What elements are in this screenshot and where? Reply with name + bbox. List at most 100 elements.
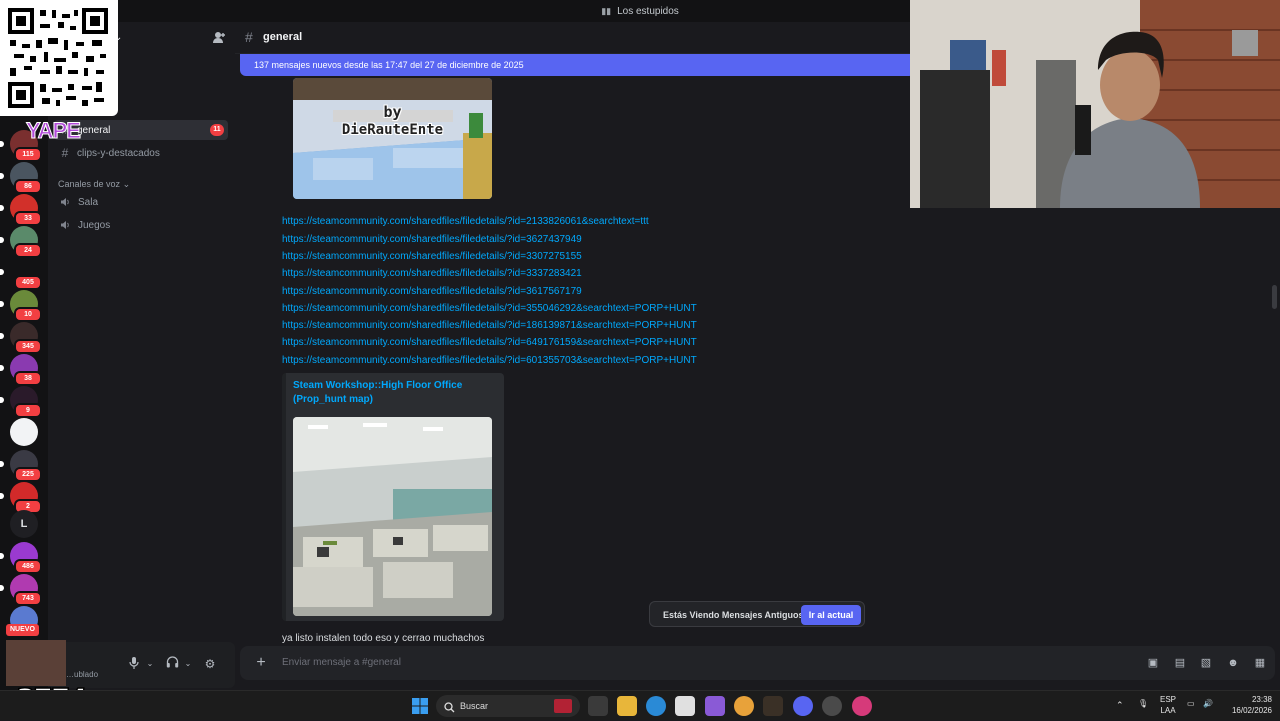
server-icon[interactable]: 9 (0, 386, 42, 418)
server-icon[interactable]: 10 (0, 290, 42, 322)
microphone-icon[interactable]: 🎙 (1138, 699, 1148, 708)
mention-badge: 345 (14, 339, 42, 354)
message-link[interactable]: https://steamcommunity.com/sharedfiles/f… (282, 303, 697, 314)
unread-pip (0, 493, 4, 499)
app-icon[interactable] (822, 696, 842, 716)
user-status: …ublado (66, 670, 99, 679)
chevron-up-icon[interactable]: ⌃ (1116, 700, 1124, 711)
server-icon[interactable]: 486 (0, 542, 42, 574)
jump-to-present-button[interactable]: Ir al actual (801, 605, 861, 625)
search-icon (444, 700, 455, 718)
server-icon[interactable]: 405 (0, 258, 42, 290)
category-voice[interactable]: Canales de voz ⌄ (58, 179, 130, 190)
clock-date[interactable]: 16/02/2026 (1224, 706, 1272, 715)
embed-image[interactable]: by DieRauteEnte (293, 78, 492, 199)
message-link[interactable]: https://steamcommunity.com/sharedfiles/f… (282, 355, 697, 366)
message-link[interactable]: https://steamcommunity.com/sharedfiles/f… (282, 216, 649, 227)
channel-label: Juegos (78, 219, 111, 231)
server-icon[interactable]: 225 (0, 450, 42, 482)
unread-pip (0, 173, 4, 179)
embed-title-link[interactable]: Steam Workshop::High Floor Office (Prop_… (293, 379, 493, 407)
qr-code (0, 0, 118, 116)
chrome-icon[interactable] (734, 696, 754, 716)
edge-icon[interactable] (646, 696, 666, 716)
headphones-icon[interactable] (164, 656, 180, 672)
add-member-icon[interactable] (212, 31, 226, 45)
volume-icon[interactable]: 🔊 (1203, 699, 1213, 708)
game-launcher-icon[interactable] (763, 696, 783, 716)
server-icon[interactable]: 2 (0, 482, 42, 514)
mention-badge: 11 (210, 124, 224, 136)
plus-icon[interactable]: + (252, 654, 270, 672)
mention-badge: 743 (14, 591, 42, 606)
message-composer: + Enviar mensaje a #general ▣ ▤ ▧ ☻ ▦ (240, 646, 1275, 680)
channel-label: general (77, 124, 111, 136)
keyboard-layout: LAA (1160, 706, 1176, 715)
server-icon[interactable]: L (10, 510, 38, 538)
scrollbar-thumb[interactable] (1272, 285, 1277, 309)
server-icon[interactable]: 38 (0, 354, 42, 386)
apps-icon[interactable]: ▦ (1252, 655, 1268, 671)
message-link[interactable]: https://steamcommunity.com/sharedfiles/f… (282, 234, 582, 245)
discover-icon[interactable] (10, 418, 38, 446)
mention-badge: 86 (14, 179, 42, 194)
yape-logo: YAPE (26, 118, 82, 144)
message-link[interactable]: https://steamcommunity.com/sharedfiles/f… (282, 320, 697, 331)
server-icon[interactable]: 86 (0, 162, 42, 194)
unread-pip (0, 301, 4, 307)
server-icon[interactable]: 24 (0, 226, 42, 258)
unread-pip (0, 205, 4, 211)
emoji-icon[interactable]: ☻ (1225, 655, 1241, 671)
mention-badge: 38 (14, 371, 42, 386)
copilot-icon[interactable] (705, 696, 725, 716)
window-title: Los estupidos (617, 5, 679, 17)
task-view-icon[interactable] (588, 696, 608, 716)
server-icon[interactable]: 345 (0, 322, 42, 354)
discord-icon[interactable] (793, 696, 813, 716)
taskbar-search[interactable]: Buscar (436, 695, 580, 717)
message-link[interactable]: https://steamcommunity.com/sharedfiles/f… (282, 286, 582, 297)
embed-image[interactable] (293, 417, 492, 616)
chevron-down-icon: ⌄ (122, 179, 131, 189)
message-input[interactable]: Enviar mensaje a #general (282, 657, 401, 668)
unread-pip (0, 397, 4, 403)
server-icon[interactable]: 743 (0, 574, 42, 606)
voice-channel-sala[interactable]: Sala (54, 192, 228, 212)
channel-label: Sala (78, 196, 99, 208)
gift-icon[interactable]: ▣ (1145, 655, 1161, 671)
hash-icon: # (61, 146, 69, 160)
mention-badge: 24 (14, 243, 42, 258)
sticker-icon[interactable]: ▧ (1198, 655, 1214, 671)
channel-clips-y-destacados[interactable]: # clips-y-destacados (54, 143, 228, 163)
gear-icon[interactable]: ⚙ (202, 656, 218, 672)
new-messages-label: 137 mensajes nuevos desde las 17:47 del … (254, 60, 524, 70)
server-letter: L (20, 518, 28, 530)
server-icon[interactable]: 33 (0, 194, 42, 226)
windows-start-icon[interactable] (410, 696, 430, 716)
message-link[interactable]: https://steamcommunity.com/sharedfiles/f… (282, 337, 697, 348)
server-icon: ▮▮ (601, 5, 612, 16)
unread-pip (0, 585, 4, 591)
new-messages-bar[interactable]: 137 mensajes nuevos desde las 17:47 del … (240, 54, 915, 76)
monitor-icon[interactable]: ▭ (1187, 699, 1195, 708)
channel-label: clips-y-destacados (77, 147, 160, 159)
message-link[interactable]: https://steamcommunity.com/sharedfiles/f… (282, 251, 582, 262)
message-link[interactable]: https://steamcommunity.com/sharedfiles/f… (282, 268, 582, 279)
chevron-down-icon[interactable]: ⌄ (142, 656, 158, 672)
message-text: ya listo instalen todo eso y cerrao much… (282, 633, 485, 644)
mention-badge: 10 (14, 307, 42, 322)
file-explorer-icon[interactable] (617, 696, 637, 716)
browser-icon[interactable] (852, 696, 872, 716)
unread-pip (0, 553, 4, 559)
voice-channel-juegos[interactable]: Juegos (54, 215, 228, 235)
microphone-icon[interactable] (126, 656, 142, 672)
streamer-thumbnail (6, 640, 66, 686)
clock-time[interactable]: 23:38 (1224, 695, 1272, 704)
mention-badge: 486 (14, 559, 42, 574)
chevron-down-icon[interactable]: ⌄ (180, 656, 196, 672)
store-icon[interactable] (675, 696, 695, 716)
gif-icon[interactable]: ▤ (1172, 655, 1188, 671)
channel-general[interactable]: # general 11 (54, 120, 228, 140)
mention-badge: 33 (14, 211, 42, 226)
language-indicator[interactable]: ESP (1158, 695, 1178, 704)
